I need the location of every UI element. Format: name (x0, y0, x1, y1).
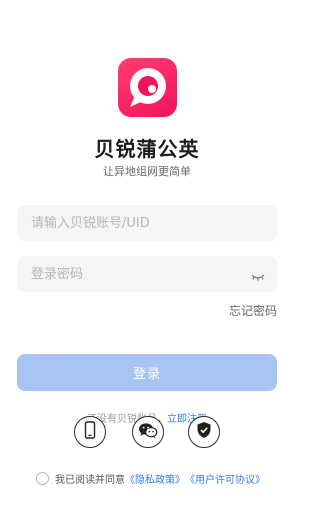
eye-closed-icon[interactable] (251, 268, 265, 287)
password-field[interactable] (17, 256, 277, 292)
app-slogan: 让异地组网更简单 (103, 165, 191, 178)
forgot-password-link[interactable]: 忘记密码 (229, 302, 277, 319)
account-input[interactable] (31, 215, 263, 231)
wechat-icon (138, 422, 158, 443)
privacy-policy-link[interactable]: 《隐私政策》 (125, 471, 185, 486)
phone-login-button[interactable] (74, 416, 106, 448)
user-license-link[interactable]: 《用户许可协议》 (185, 471, 265, 486)
app-logo (118, 58, 177, 117)
agreement-prefix: 我已阅读并同意 (55, 475, 125, 486)
speech-bubble-icon (130, 68, 166, 107)
agreement-radio[interactable] (36, 472, 49, 485)
shield-check-icon (196, 421, 212, 443)
app-name: 贝锐蒲公英 (94, 137, 200, 161)
phone-icon (83, 421, 97, 443)
social-login-row (74, 416, 220, 448)
wechat-login-button[interactable] (132, 416, 164, 448)
security-login-button[interactable] (188, 416, 220, 448)
password-input[interactable] (31, 266, 263, 282)
login-button[interactable]: 登录 (17, 354, 277, 391)
account-field[interactable] (17, 205, 277, 241)
agreement-row: 我已阅读并同意 《隐私政策》 《用户许可协议》 (36, 471, 265, 486)
